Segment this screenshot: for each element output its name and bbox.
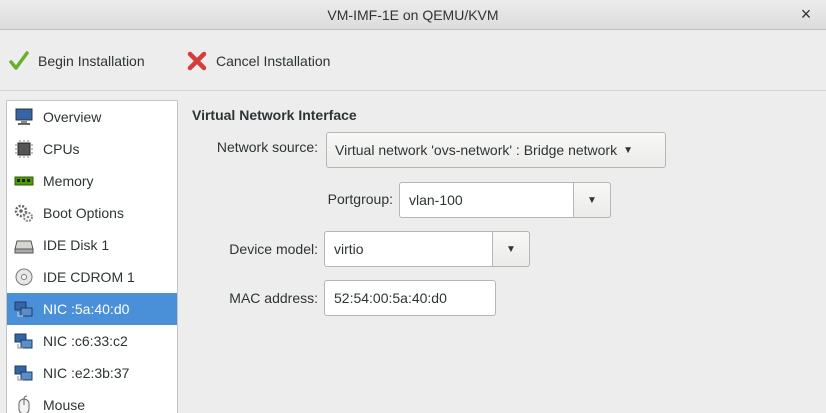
- cdrom-icon: [13, 266, 35, 288]
- portgroup-combo[interactable]: vlan-100 ▼: [399, 182, 611, 218]
- sidebar-item-cpus[interactable]: CPUs: [7, 133, 177, 165]
- gears-icon: [13, 202, 35, 224]
- details-panel: Virtual Network Interface Network source…: [180, 91, 826, 413]
- sidebar-item-label: NIC :c6:33:c2: [43, 333, 128, 349]
- title-bar: VM-IMF-1E on QEMU/KVM ×: [0, 0, 826, 30]
- network-source-dropdown[interactable]: Virtual network 'ovs-network' : Bridge n…: [326, 132, 666, 168]
- device-model-label: Device model:: [229, 241, 318, 257]
- sidebar-item-ide-disk-1[interactable]: IDE Disk 1: [7, 229, 177, 261]
- nic-icon: [13, 298, 35, 320]
- sidebar-item-boot-options[interactable]: Boot Options: [7, 197, 177, 229]
- sidebar-item-label: IDE CDROM 1: [43, 269, 135, 285]
- sidebar-item-label: CPUs: [43, 141, 80, 157]
- sidebar-item-overview[interactable]: Overview: [7, 101, 177, 133]
- chevron-down-icon: ▼: [587, 194, 597, 206]
- memory-icon: [13, 170, 35, 192]
- device-model-value: virtio: [334, 241, 364, 257]
- device-model-combo[interactable]: virtio ▼: [324, 231, 530, 267]
- window-title: VM-IMF-1E on QEMU/KVM: [327, 7, 499, 23]
- chevron-down-icon: ▼: [623, 144, 633, 156]
- portgroup-value: vlan-100: [409, 192, 463, 208]
- device-model-dropdown-button[interactable]: ▼: [492, 231, 530, 267]
- cancel-installation-label: Cancel Installation: [216, 53, 331, 69]
- sidebar-item-nic-5a-40-d0[interactable]: NIC :5a:40:d0: [7, 293, 177, 325]
- mac-address-field[interactable]: 52:54:00:5a:40:d0: [324, 280, 496, 316]
- disk-icon: [13, 234, 35, 256]
- sidebar-item-memory[interactable]: Memory: [7, 165, 177, 197]
- nic-icon: [13, 362, 35, 384]
- sidebar-item-label: Memory: [43, 173, 94, 189]
- mouse-icon: [13, 394, 35, 413]
- close-icon[interactable]: ×: [796, 4, 816, 25]
- checkmark-icon: [8, 50, 30, 72]
- portgroup-dropdown-button[interactable]: ▼: [573, 182, 611, 218]
- monitor-icon: [13, 106, 35, 128]
- cancel-installation-button[interactable]: Cancel Installation: [186, 49, 330, 73]
- sidebar-item-nic-c6-33-c2[interactable]: NIC :c6:33:c2: [7, 325, 177, 357]
- sidebar-item-nic-e2-3b-37[interactable]: NIC :e2:3b:37: [7, 357, 177, 389]
- sidebar-item-label: NIC :5a:40:d0: [43, 301, 130, 317]
- sidebar-item-ide-cdrom-1[interactable]: IDE CDROM 1: [7, 261, 177, 293]
- sidebar-item-label: Mouse: [43, 397, 86, 413]
- sidebar-item-label: NIC :e2:3b:37: [43, 365, 130, 381]
- sidebar-item-label: Overview: [43, 109, 102, 125]
- portgroup-label: Portgroup:: [327, 191, 393, 207]
- nic-icon: [13, 330, 35, 352]
- sidebar-item-label: IDE Disk 1: [43, 237, 110, 253]
- begin-installation-button[interactable]: Begin Installation: [8, 49, 145, 73]
- section-heading: Virtual Network Interface: [192, 107, 357, 123]
- network-source-label: Network source:: [216, 139, 318, 155]
- sidebar-item-mouse[interactable]: Mouse: [7, 389, 177, 413]
- toolbar: Begin Installation Cancel Installation: [0, 31, 826, 91]
- cross-icon: [186, 50, 208, 72]
- cpu-icon: [13, 138, 35, 160]
- mac-address-value: 52:54:00:5a:40:d0: [334, 290, 447, 306]
- sidebar-item-label: Boot Options: [43, 205, 124, 221]
- chevron-down-icon: ▼: [506, 243, 516, 255]
- begin-installation-label: Begin Installation: [38, 53, 145, 69]
- mac-address-label: MAC address:: [229, 290, 318, 306]
- hardware-list: Overview CPUs Memory Boot Options IDE Di…: [6, 100, 178, 413]
- network-source-value: Virtual network 'ovs-network' : Bridge n…: [335, 142, 618, 158]
